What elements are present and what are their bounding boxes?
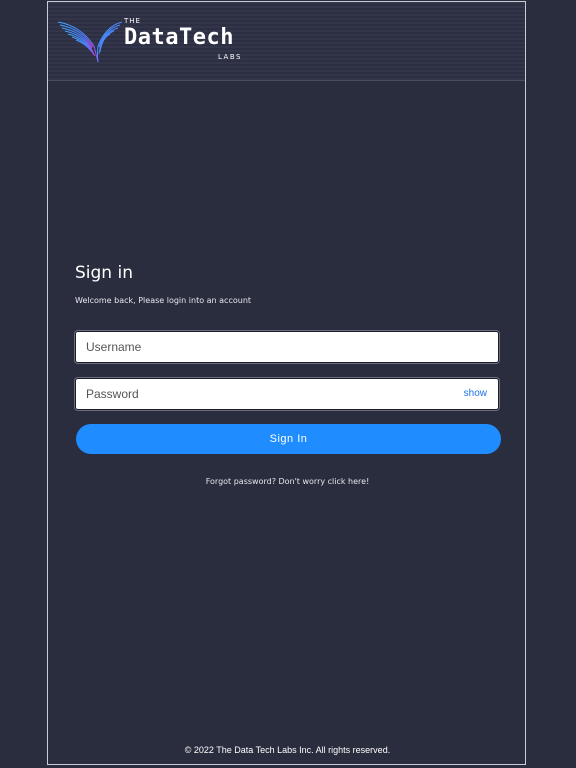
password-field[interactable]: show xyxy=(75,378,499,410)
sign-in-button[interactable]: Sign In xyxy=(76,424,501,454)
brand-name-text: DataTech xyxy=(124,25,234,50)
username-field[interactable] xyxy=(75,331,499,363)
show-password-toggle[interactable]: show xyxy=(464,388,487,399)
footer-copyright: © 2022 The Data Tech Labs Inc. All right… xyxy=(184,745,391,755)
header-bar: THE DataTech LABS xyxy=(48,2,525,81)
brand-logo: THE DataTech LABS xyxy=(124,14,284,66)
brand-the-text: THE xyxy=(124,17,141,25)
password-input[interactable] xyxy=(86,379,446,409)
brand-labs-text: LABS xyxy=(218,53,242,61)
welcome-subtitle: Welcome back, Please login into an accou… xyxy=(75,296,252,305)
app-frame: THE DataTech LABS Sign in Welcome back, … xyxy=(47,1,526,765)
login-page: THE DataTech LABS Sign in Welcome back, … xyxy=(0,0,576,768)
forgot-password-link[interactable]: Forgot password? Don't worry click here! xyxy=(48,477,527,486)
username-input[interactable] xyxy=(86,332,446,362)
wing-logo-icon xyxy=(57,21,123,63)
page-title: Sign in xyxy=(75,263,133,283)
